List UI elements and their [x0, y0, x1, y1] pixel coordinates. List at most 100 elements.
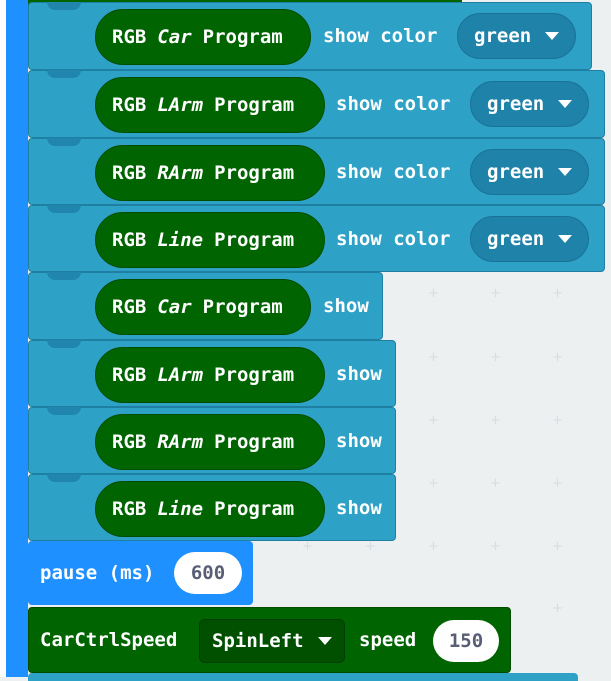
- pill-suffix: Program: [214, 364, 295, 386]
- chevron-down-icon: [558, 100, 573, 108]
- rgb-show-color-block-rarm[interactable]: RGB RArm Program show color green: [28, 138, 605, 205]
- rgb-show-block-car[interactable]: RGB Car Program show: [28, 272, 383, 340]
- pill-prefix: RGB: [112, 26, 147, 48]
- program-pill[interactable]: RGB Car Program: [95, 279, 311, 335]
- grid-dot: +: [302, 539, 313, 554]
- action-label: show: [336, 496, 382, 519]
- pill-target: LArm: [157, 94, 204, 116]
- pill-target: Line: [157, 498, 204, 520]
- pill-prefix: RGB: [112, 364, 147, 386]
- grid-dot: +: [490, 413, 501, 428]
- program-pill[interactable]: RGB RArm Program: [95, 145, 325, 201]
- chevron-down-icon: [558, 235, 573, 243]
- car-ctrl-speed-block[interactable]: CarCtrlSpeed SpinLeft speed 150: [28, 607, 511, 673]
- action-label: show color: [336, 93, 451, 115]
- action-label: show color: [323, 25, 438, 47]
- grid-dot: +: [552, 601, 563, 616]
- color-dropdown[interactable]: green: [470, 81, 590, 127]
- grid-dot: +: [552, 286, 563, 301]
- action-label: show: [336, 429, 382, 452]
- grid-dot: +: [490, 539, 501, 554]
- pill-suffix: Program: [214, 94, 295, 116]
- pill-suffix: Program: [214, 162, 295, 184]
- pill-prefix: RGB: [112, 296, 147, 318]
- speed-label: speed: [359, 629, 417, 651]
- grid-dot: +: [552, 350, 563, 365]
- grid-dot: +: [428, 539, 439, 554]
- grid-dot: +: [428, 350, 439, 365]
- pill-suffix: Program: [202, 296, 283, 318]
- rgb-show-block-line[interactable]: RGB Line Program show: [28, 474, 396, 541]
- block-notch: [47, 138, 81, 146]
- grid-dot: +: [552, 476, 563, 491]
- program-pill[interactable]: RGB Line Program: [95, 481, 325, 537]
- block-notch: [47, 474, 81, 482]
- rgb-show-color-block-car[interactable]: RGB Car Program show color green: [28, 2, 592, 70]
- grid-dot: +: [552, 539, 563, 554]
- speed-input[interactable]: 150: [433, 620, 499, 662]
- color-dropdown[interactable]: green: [457, 13, 577, 59]
- action-label: show color: [336, 227, 451, 250]
- action-label: show: [323, 295, 369, 317]
- speed-value: 150: [448, 630, 484, 652]
- pause-value: 600: [190, 562, 226, 584]
- rgb-show-block-rarm[interactable]: RGB RArm Program show: [28, 407, 396, 474]
- grid-dot: +: [490, 476, 501, 491]
- rgb-show-block-larm[interactable]: RGB LArm Program show: [28, 340, 396, 407]
- color-dropdown[interactable]: green: [470, 216, 590, 262]
- pill-suffix: Program: [214, 431, 295, 453]
- color-dropdown[interactable]: green: [470, 149, 590, 195]
- grid-dot: +: [428, 286, 439, 301]
- pause-block[interactable]: pause (ms) 600: [28, 541, 253, 605]
- pill-target: Line: [157, 229, 204, 251]
- grid-dot: +: [428, 413, 439, 428]
- chevron-down-icon: [317, 637, 332, 645]
- grid-dot: +: [365, 539, 376, 554]
- program-pill[interactable]: RGB LArm Program: [95, 77, 325, 133]
- pill-prefix: RGB: [112, 498, 147, 520]
- program-pill[interactable]: RGB RArm Program: [95, 414, 325, 470]
- color-value: green: [474, 25, 532, 47]
- pill-target: RArm: [157, 431, 204, 453]
- block-notch: [47, 272, 81, 280]
- block-notch: [47, 340, 81, 348]
- program-pill[interactable]: RGB LArm Program: [95, 347, 325, 403]
- color-value: green: [487, 93, 545, 115]
- chevron-down-icon: [545, 32, 560, 40]
- color-value: green: [487, 161, 545, 183]
- grid-dot: +: [428, 476, 439, 491]
- pill-prefix: RGB: [112, 229, 147, 251]
- program-pill[interactable]: RGB Car Program: [95, 9, 311, 65]
- spin-mode-value: SpinLeft: [212, 630, 304, 652]
- block-notch: [47, 2, 81, 10]
- grid-dot: +: [490, 350, 501, 365]
- program-pill[interactable]: RGB Line Program: [95, 212, 325, 268]
- pause-label: pause (ms): [40, 562, 155, 584]
- rgb-show-color-block-larm[interactable]: RGB LArm Program show color green: [28, 70, 605, 138]
- pill-prefix: RGB: [112, 94, 147, 116]
- action-label: show: [336, 362, 382, 385]
- block-notch: [47, 205, 81, 213]
- block-notch: [47, 70, 81, 78]
- pill-target: Car: [157, 26, 192, 48]
- pill-prefix: RGB: [112, 431, 147, 453]
- chevron-down-icon: [558, 168, 573, 176]
- rgb-show-color-block-line[interactable]: RGB Line Program show color green: [28, 205, 605, 272]
- stack-spine: [6, 0, 28, 677]
- car-ctrl-label: CarCtrlSpeed: [40, 629, 178, 651]
- pill-suffix: Program: [214, 229, 295, 251]
- pill-target: Car: [157, 296, 192, 318]
- grid-dot: +: [490, 286, 501, 301]
- pill-prefix: RGB: [112, 162, 147, 184]
- pause-ms-input[interactable]: 600: [174, 552, 242, 594]
- block-notch: [47, 407, 81, 415]
- pill-suffix: Program: [202, 26, 283, 48]
- grid-dot: +: [552, 413, 563, 428]
- pill-target: RArm: [157, 162, 204, 184]
- next-block-edge: [28, 673, 578, 681]
- color-value: green: [487, 228, 545, 250]
- pill-target: LArm: [157, 364, 204, 386]
- action-label: show color: [336, 160, 451, 183]
- spin-mode-dropdown[interactable]: SpinLeft: [199, 619, 345, 663]
- pill-suffix: Program: [214, 498, 295, 520]
